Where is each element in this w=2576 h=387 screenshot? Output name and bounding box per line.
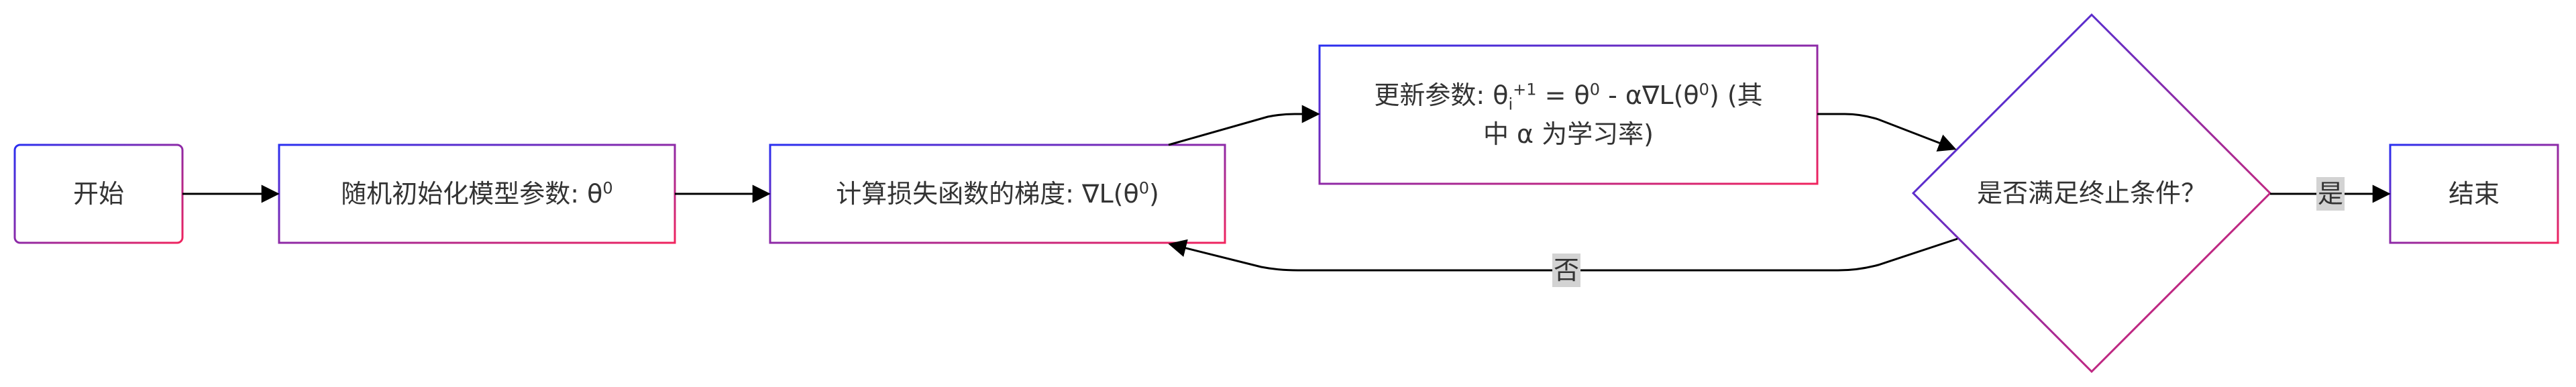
end-node-label: 结束 bbox=[2390, 145, 2558, 243]
start-node-label: 开始 bbox=[15, 145, 182, 243]
end-label-text: 结束 bbox=[2448, 179, 2500, 209]
init-node-label: 随机初始化模型参数: θ0 bbox=[279, 145, 675, 243]
decision-label-text: 是否满足终止条件？ bbox=[1976, 178, 2206, 208]
edge-gradient-to-update bbox=[1168, 105, 1320, 146]
decision-node-label: 是否满足终止条件？ bbox=[1945, 154, 2238, 232]
gradient-node-label: 计算损失函数的梯度: ∇L(θ0) bbox=[770, 145, 1225, 243]
update-label-line2: 中 α 为学习率) bbox=[1483, 119, 1654, 149]
edge-update-to-decision bbox=[1817, 113, 1957, 152]
edge-label-no: 否 bbox=[1552, 254, 1581, 287]
update-label-line1: 更新参数: θi+1 = θ0 - α∇L(θ0) (其 bbox=[1374, 80, 1763, 114]
edge-label-yes: 是 bbox=[2316, 177, 2345, 211]
update-node-label: 更新参数: θi+1 = θ0 - α∇L(θ0) (其 中 α 为学习率) bbox=[1320, 46, 1817, 184]
gradient-label-text: 计算损失函数的梯度: ∇L(θ0) bbox=[836, 178, 1159, 209]
init-label-text: 随机初始化模型参数: θ0 bbox=[341, 178, 613, 209]
start-label-text: 开始 bbox=[72, 179, 124, 209]
